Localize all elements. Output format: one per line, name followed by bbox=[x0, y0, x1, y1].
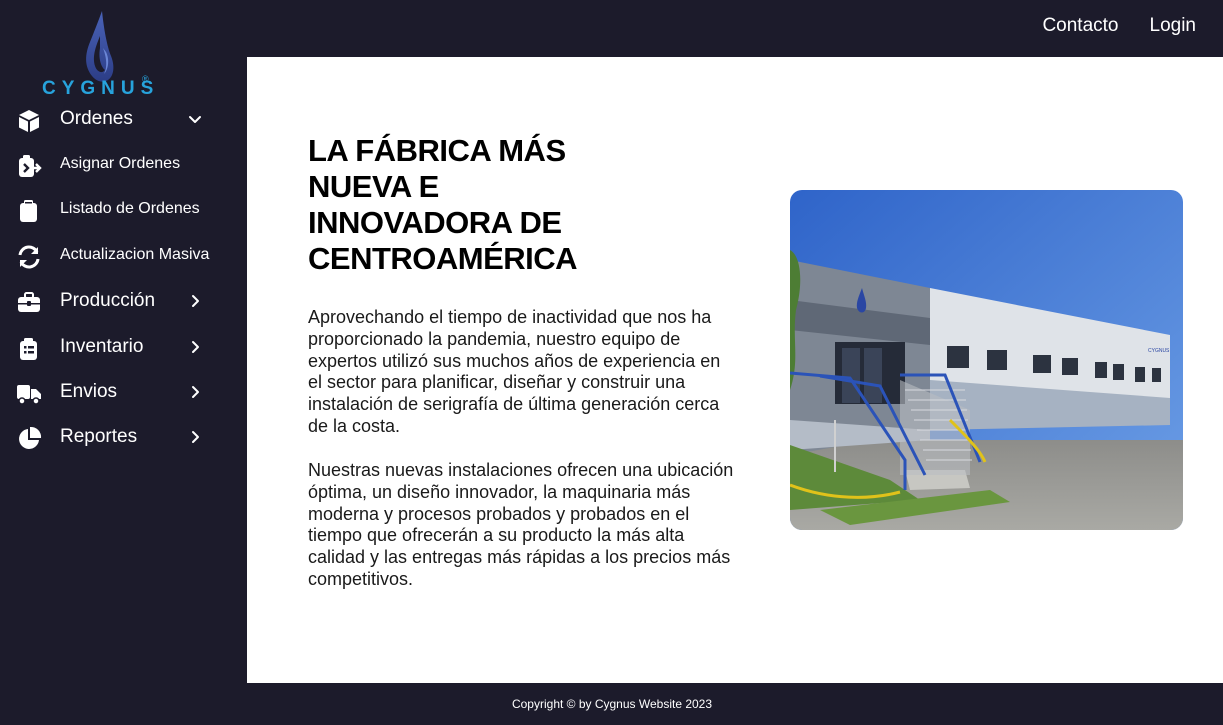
sidebar-item-reportes[interactable]: Reportes bbox=[0, 420, 247, 456]
chevron-down-icon bbox=[189, 116, 201, 123]
sidebar-item-label: Listado de Ordenes bbox=[60, 200, 200, 217]
main-content: LA FÁBRICA MÁS NUEVA E INNOVADORA DE CEN… bbox=[247, 57, 1223, 683]
sidebar-item-asignar-ordenes[interactable]: Asignar Ordenes bbox=[0, 147, 247, 183]
facilities-paragraph: Nuestras nuevas instalaciones ofrecen un… bbox=[308, 460, 734, 589]
sidebar-item-produccion[interactable]: Producción bbox=[0, 284, 247, 320]
footer: Copyright © by Cygnus Website 2023 bbox=[247, 683, 1223, 725]
sidebar-item-actualizacion-masiva[interactable]: Actualizacion Masiva bbox=[0, 238, 247, 274]
factory-photo: CYGNUS bbox=[790, 190, 1183, 530]
pie-chart-icon bbox=[19, 426, 42, 449]
sidebar-item-listado-de-ordenes[interactable]: Listado de Ordenes bbox=[0, 192, 247, 228]
sidebar-item-label: Inventario bbox=[60, 336, 144, 357]
refresh-icon bbox=[18, 245, 40, 269]
chevron-right-icon bbox=[192, 295, 199, 307]
photo-sign-text: CYGNUS bbox=[1148, 348, 1170, 354]
login-link[interactable]: Login bbox=[1150, 15, 1197, 37]
chevron-right-icon bbox=[192, 341, 199, 353]
sidebar-item-envios[interactable]: Envios bbox=[0, 375, 247, 411]
sidebar-item-label: Reportes bbox=[60, 426, 138, 447]
sidebar-item-label: Envios bbox=[60, 381, 118, 402]
sidebar-item-label: Actualizacion Masiva bbox=[60, 246, 210, 263]
top-nav: Contacto Login bbox=[1042, 15, 1196, 37]
briefcase-icon bbox=[18, 292, 40, 312]
clipboard-list-icon bbox=[20, 338, 37, 360]
box-icon bbox=[19, 110, 39, 132]
sidebar-item-ordenes[interactable]: Ordenes bbox=[0, 102, 247, 138]
intro-paragraph: Aprovechando el tiempo de inactividad qu… bbox=[308, 307, 721, 436]
page-headline: LA FÁBRICA MÁS NUEVA E INNOVADORA DE CEN… bbox=[308, 133, 578, 276]
copyright-text: Copyright © by Cygnus Website 2023 bbox=[511, 697, 713, 711]
sidebar-item-label: Asignar Ordenes bbox=[60, 155, 181, 172]
chevron-right-icon bbox=[192, 386, 199, 398]
contact-link[interactable]: Contacto bbox=[1042, 15, 1118, 37]
truck-icon bbox=[17, 385, 41, 405]
clipboard-arrow-icon bbox=[19, 155, 42, 177]
sidebar: CYGNUS ® Ordenes Asignar Ordenes Listado… bbox=[0, 0, 247, 683]
chevron-right-icon bbox=[192, 431, 199, 443]
clipboard-icon bbox=[20, 200, 37, 222]
sidebar-item-label: Producción bbox=[60, 290, 156, 311]
registered-mark: ® bbox=[142, 74, 149, 84]
sidebar-item-label: Ordenes bbox=[60, 108, 133, 129]
sidebar-item-inventario[interactable]: Inventario bbox=[0, 330, 247, 366]
factory-building-image: CYGNUS bbox=[790, 190, 1183, 530]
